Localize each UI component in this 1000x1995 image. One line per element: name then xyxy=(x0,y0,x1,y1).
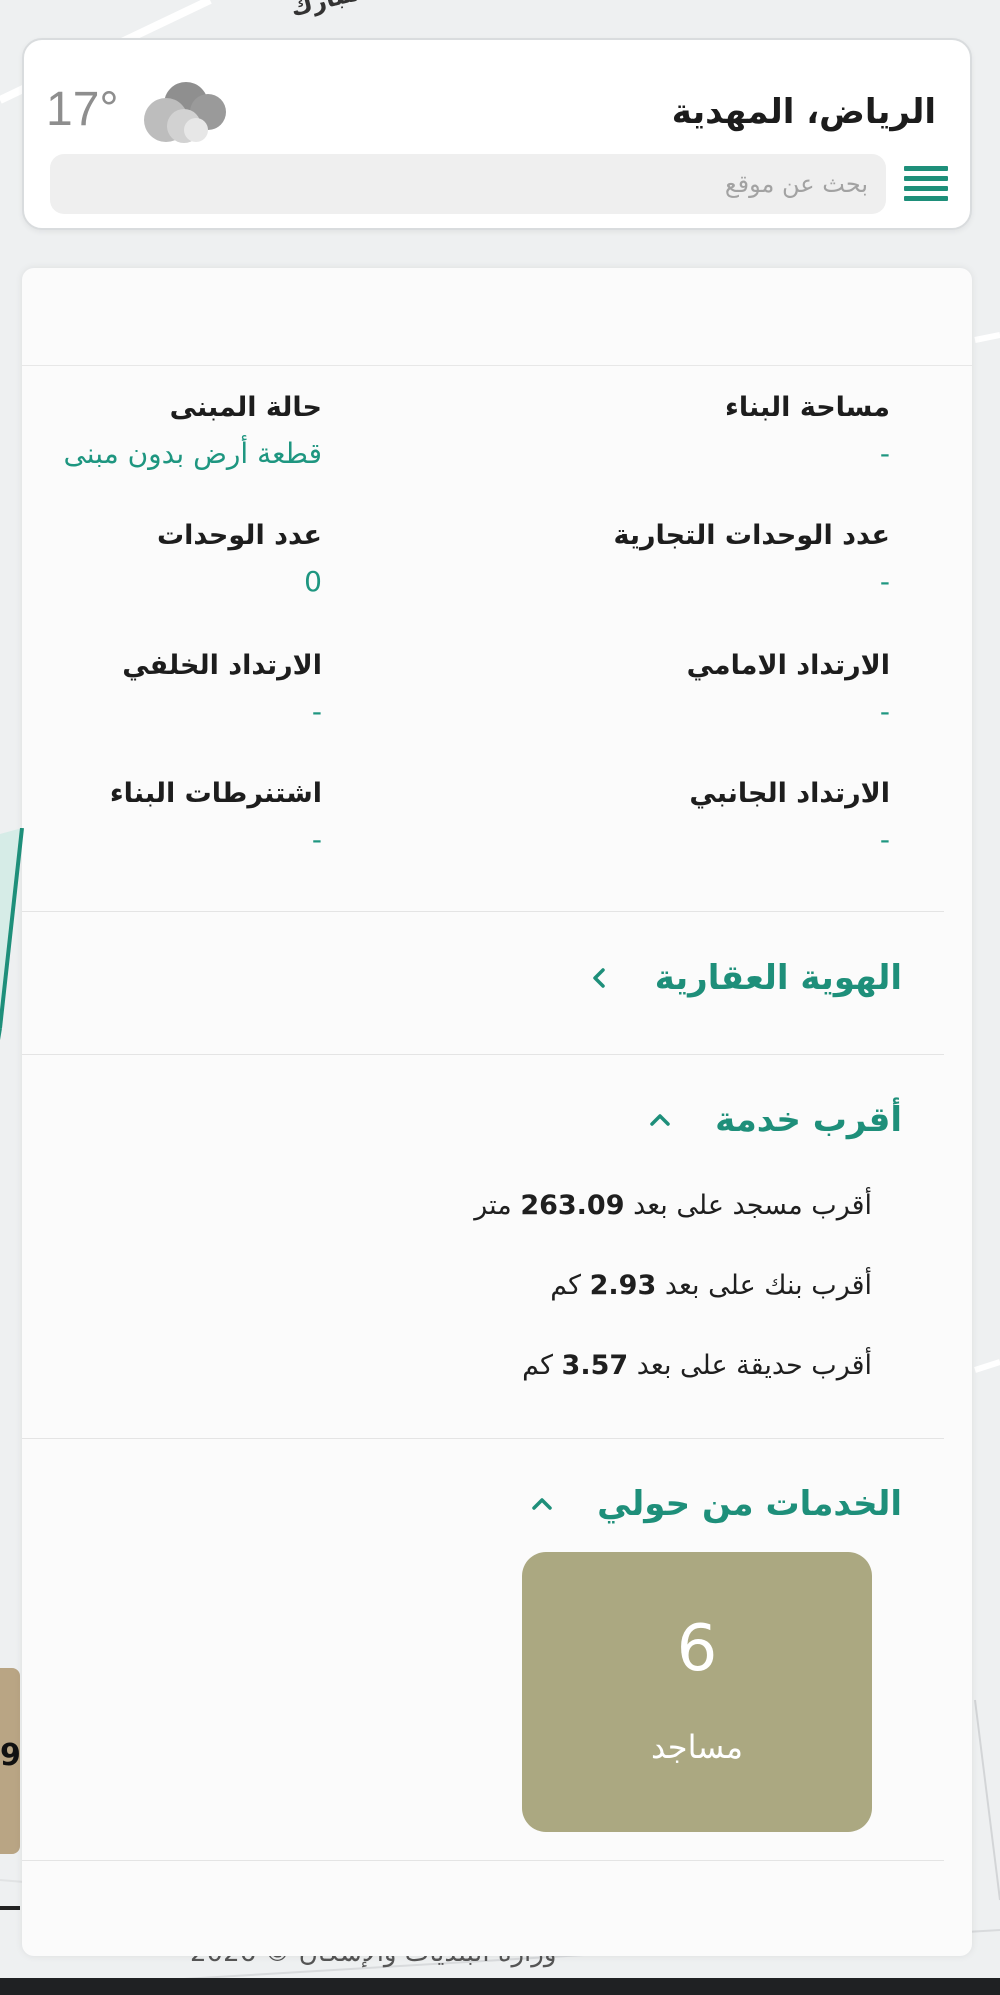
chevron-left-icon xyxy=(593,968,605,988)
services-around-toggle[interactable]: الخدمات من حولي xyxy=(531,1484,902,1524)
attr-label: عدد الوحدات التجارية xyxy=(613,520,890,551)
nearest-distance: 3.57 xyxy=(561,1350,629,1381)
search-row xyxy=(50,154,948,214)
attr-value: - xyxy=(311,695,322,728)
map-photo-label: 9 xyxy=(0,1738,21,1773)
attr-label: الارتداد الجانبي xyxy=(689,778,890,809)
cloudy-icon xyxy=(144,82,226,143)
temperature: 17° xyxy=(46,83,119,136)
attr-label: حالة المبنى xyxy=(169,392,322,423)
nearest-prefix: أقرب بنك على بعد xyxy=(664,1270,872,1301)
nearest-distance: 263.09 xyxy=(520,1190,625,1221)
property-identity-toggle[interactable]: الهوية العقارية xyxy=(589,958,902,998)
parcel-info-panel[interactable]: مساحة البناء - حالة المبنى قطعة أرض بدون… xyxy=(0,268,972,1956)
system-bottom-bar xyxy=(0,1978,1000,1995)
attr-label: مساحة البناء xyxy=(725,392,890,423)
attr-building-status: حالة المبنى قطعة أرض بدون مبنى xyxy=(63,392,322,470)
nearest-mosque: أقرب مسجد على بعد 263.09 متر xyxy=(474,1190,872,1221)
section-title: الخدمات من حولي xyxy=(597,1484,902,1524)
nearest-unit: متر xyxy=(474,1190,512,1221)
attr-front-setback: الارتداد الامامي - xyxy=(687,650,890,728)
chevron-up-icon xyxy=(650,1114,670,1126)
attr-label: الارتداد الامامي xyxy=(686,650,890,681)
search-input[interactable] xyxy=(50,154,886,214)
divider xyxy=(22,1860,944,1861)
service-tile-count: 6 xyxy=(676,1612,718,1686)
attr-label: اشتنرطات البناء xyxy=(109,778,322,809)
attr-back-setback: الارتداد الخلفي - xyxy=(122,650,322,728)
attr-value: - xyxy=(879,823,890,856)
attr-value: - xyxy=(311,823,322,856)
nearest-service-toggle[interactable]: أقرب خدمة xyxy=(649,1100,902,1140)
map-line xyxy=(0,1906,20,1910)
attr-building-area: مساحة البناء - xyxy=(725,392,890,470)
nearest-unit: كم xyxy=(550,1270,582,1301)
attr-label: الارتداد الخلفي xyxy=(122,650,322,681)
nearest-prefix: أقرب حديقة على بعد xyxy=(636,1350,872,1381)
attr-value: 0 xyxy=(304,565,322,598)
nearest-bank: أقرب بنك على بعد 2.93 كم xyxy=(550,1270,872,1301)
menu-icon[interactable] xyxy=(904,166,948,204)
divider xyxy=(22,911,944,912)
attr-value: - xyxy=(879,437,890,470)
attr-label: عدد الوحدات xyxy=(156,520,322,551)
attr-value: قطعة أرض بدون مبنى xyxy=(63,437,322,470)
panel-top-area xyxy=(22,268,972,366)
map-parcel-outline xyxy=(0,828,24,1041)
weather-widget: 17° xyxy=(46,72,226,152)
attr-value: - xyxy=(879,695,890,728)
section-title: أقرب خدمة xyxy=(715,1100,902,1140)
location-header-card: الرياض، المهدية 17° xyxy=(22,38,972,230)
chevron-up-icon xyxy=(532,1498,552,1510)
attr-commercial-units: عدد الوحدات التجارية - xyxy=(613,520,890,598)
nearest-distance: 2.93 xyxy=(589,1270,657,1301)
location-title: الرياض، المهدية xyxy=(671,92,936,132)
attr-building-requirements: اشتنرطات البناء - xyxy=(110,778,322,856)
service-tile-label: مساجد xyxy=(650,1728,743,1766)
service-tile-mosques[interactable]: 6 مساجد xyxy=(522,1552,872,1832)
section-title: الهوية العقارية xyxy=(654,958,902,998)
attr-units-count: عدد الوحدات 0 xyxy=(157,520,322,598)
divider xyxy=(22,1438,944,1439)
nearest-unit: كم xyxy=(522,1350,553,1381)
divider xyxy=(22,1054,944,1055)
nearest-prefix: أقرب مسجد على بعد xyxy=(633,1190,872,1221)
attr-value: - xyxy=(879,565,890,598)
nearest-park: أقرب حديقة على بعد 3.57 كم xyxy=(522,1350,872,1381)
attr-side-setback: الارتداد الجانبي - xyxy=(689,778,890,856)
